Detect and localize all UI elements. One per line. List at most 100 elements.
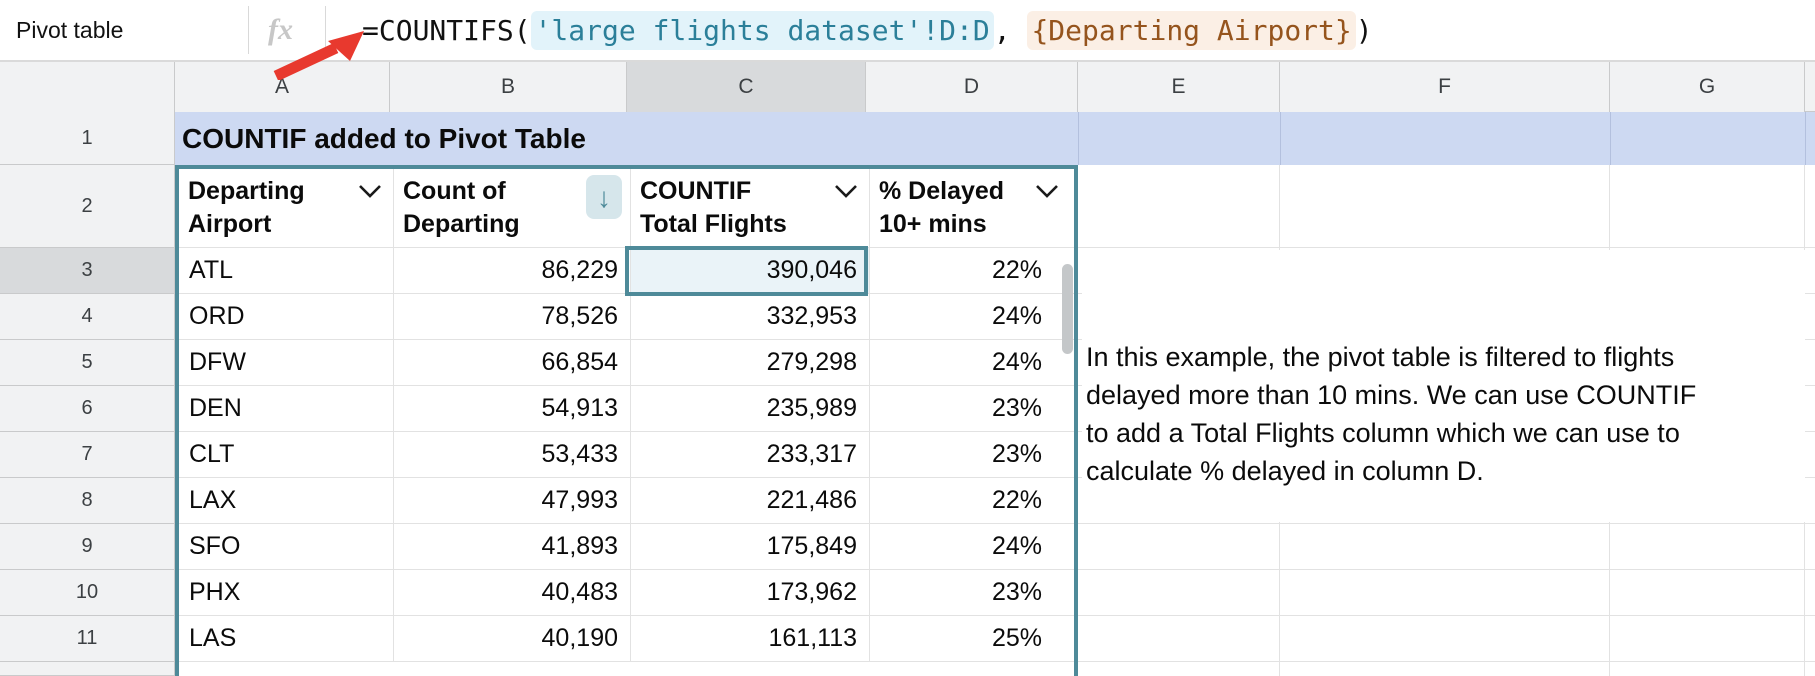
active-cell-selection-border — [625, 246, 868, 296]
cell-b10[interactable]: 40,483 — [394, 570, 631, 615]
cell-d6[interactable]: 23% — [870, 386, 1074, 431]
gridline — [1078, 112, 1079, 165]
gridline — [1078, 569, 1815, 570]
column-header-e[interactable]: E — [1078, 62, 1280, 112]
cell-a9[interactable]: SFO — [179, 524, 394, 569]
cell-c6[interactable]: 235,989 — [631, 386, 870, 431]
sort-descending-icon[interactable]: ↓ — [586, 175, 622, 219]
column-header-b[interactable]: B — [390, 62, 627, 112]
cell-d8[interactable]: 22% — [870, 478, 1074, 523]
pivot-header-pct-delayed[interactable]: % Delayed 10+ mins — [870, 169, 1074, 247]
formula-suffix: ) — [1356, 14, 1373, 47]
pivot-header-countif-total-flights[interactable]: COUNTIF Total Flights — [631, 169, 870, 247]
table-row: DEN 54,913 235,989 23% — [179, 386, 1074, 432]
header-line: 10+ mins — [879, 210, 987, 238]
scrollbar-thumb[interactable] — [1062, 264, 1073, 354]
header-line: Total Flights — [640, 210, 787, 238]
gridline — [1280, 112, 1281, 165]
row-header-8[interactable]: 8 — [0, 478, 175, 524]
chevron-down-icon[interactable] — [1034, 183, 1060, 199]
cell-a7[interactable]: CLT — [179, 432, 394, 477]
header-line: Departing — [403, 210, 520, 238]
title-row: COUNTIF added to Pivot Table — [175, 112, 1815, 165]
row-header-1[interactable]: 1 — [0, 112, 175, 165]
table-row: SFO 41,893 175,849 24% — [179, 524, 1074, 570]
divider — [248, 6, 249, 54]
cell-d9[interactable]: 24% — [870, 524, 1074, 569]
row-header-9[interactable]: 9 — [0, 524, 175, 570]
table-row: DFW 66,854 279,298 24% — [179, 340, 1074, 386]
select-all-corner[interactable] — [0, 62, 175, 112]
header-line: Departing — [188, 177, 305, 205]
annotation-cell-text[interactable]: In this example, the pivot table is filt… — [1086, 338, 1802, 490]
row-header-2[interactable]: 2 — [0, 165, 175, 248]
row-header-7[interactable]: 7 — [0, 432, 175, 478]
formula-separator: , — [994, 14, 1028, 47]
column-header-d[interactable]: D — [866, 62, 1078, 112]
cell-b9[interactable]: 41,893 — [394, 524, 631, 569]
sheet-title-cell[interactable]: COUNTIF added to Pivot Table — [182, 112, 586, 165]
cell-b11[interactable]: 40,190 — [394, 616, 631, 661]
spreadsheet-window: Pivot table fx =COUNTIFS('large flights … — [0, 0, 1815, 676]
cell-d10[interactable]: 23% — [870, 570, 1074, 615]
row-header-6[interactable]: 6 — [0, 386, 175, 432]
formula-prefix: =COUNTIFS( — [362, 14, 531, 47]
cell-d7[interactable]: 23% — [870, 432, 1074, 477]
cell-d3[interactable]: 22% — [870, 248, 1074, 293]
cell-b5[interactable]: 66,854 — [394, 340, 631, 385]
cell-a3[interactable]: ATL — [179, 248, 394, 293]
cell-a10[interactable]: PHX — [179, 570, 394, 615]
row-header-3[interactable]: 3 — [0, 248, 175, 294]
cell-a8[interactable]: LAX — [179, 478, 394, 523]
pivot-header-count-of-departing[interactable]: Count of Departing ↓ — [394, 169, 631, 247]
row-header-5[interactable]: 5 — [0, 340, 175, 386]
formula-range-token: 'large flights dataset'!D:D — [531, 11, 994, 50]
column-header-f[interactable]: F — [1280, 62, 1610, 112]
cell-b3[interactable]: 86,229 — [394, 248, 631, 293]
cell-d11[interactable]: 25% — [870, 616, 1074, 661]
gridline — [1805, 112, 1806, 165]
cell-d4[interactable]: 24% — [870, 294, 1074, 339]
cell-a6[interactable]: DEN — [179, 386, 394, 431]
column-header-c[interactable]: C — [627, 62, 866, 112]
cell-c4[interactable]: 332,953 — [631, 294, 870, 339]
chevron-down-icon[interactable] — [833, 183, 859, 199]
formula-input[interactable]: =COUNTIFS('large flights dataset'!D:D, {… — [362, 0, 1373, 60]
cell-c10[interactable]: 173,962 — [631, 570, 870, 615]
cell-c8[interactable]: 221,486 — [631, 478, 870, 523]
column-header-g[interactable]: G — [1610, 62, 1805, 112]
pivot-header-row: Departing Airport Count of Departing ↓ C… — [179, 169, 1074, 248]
cell-a11[interactable]: LAS — [179, 616, 394, 661]
row-header-10[interactable]: 10 — [0, 570, 175, 616]
cell-b6[interactable]: 54,913 — [394, 386, 631, 431]
formula-array-token: {Departing Airport} — [1027, 11, 1355, 50]
cell-a4[interactable]: ORD — [179, 294, 394, 339]
cell-c5[interactable]: 279,298 — [631, 340, 870, 385]
header-line: Airport — [188, 210, 271, 238]
gridline — [1078, 523, 1815, 524]
row-header-12-partial[interactable] — [0, 662, 175, 676]
cell-b7[interactable]: 53,433 — [394, 432, 631, 477]
annotation-line: to add a Total Flights column which we c… — [1086, 414, 1802, 452]
pivot-table: Departing Airport Count of Departing ↓ C… — [175, 165, 1078, 676]
cell-a5[interactable]: DFW — [179, 340, 394, 385]
cell-d5[interactable]: 24% — [870, 340, 1074, 385]
header-line: % Delayed — [879, 177, 1004, 205]
cell-b4[interactable]: 78,526 — [394, 294, 631, 339]
row-header-11[interactable]: 11 — [0, 616, 175, 662]
chevron-down-icon[interactable] — [357, 183, 383, 199]
pivot-header-departing-airport[interactable]: Departing Airport — [179, 169, 394, 247]
cell-b8[interactable]: 47,993 — [394, 478, 631, 523]
cell-c7[interactable]: 233,317 — [631, 432, 870, 477]
gridline — [1078, 615, 1815, 616]
cell-c11[interactable]: 161,113 — [631, 616, 870, 661]
row-header-4[interactable]: 4 — [0, 294, 175, 340]
annotation-line: In this example, the pivot table is filt… — [1086, 338, 1802, 376]
red-arrow-annotation-icon — [266, 24, 370, 80]
table-row: PHX 40,483 173,962 23% — [179, 570, 1074, 616]
gridline — [1078, 661, 1815, 662]
cell-c9[interactable]: 175,849 — [631, 524, 870, 569]
header-line: Count of — [403, 177, 506, 205]
name-box[interactable]: Pivot table — [16, 0, 236, 60]
gridline — [1078, 247, 1815, 248]
